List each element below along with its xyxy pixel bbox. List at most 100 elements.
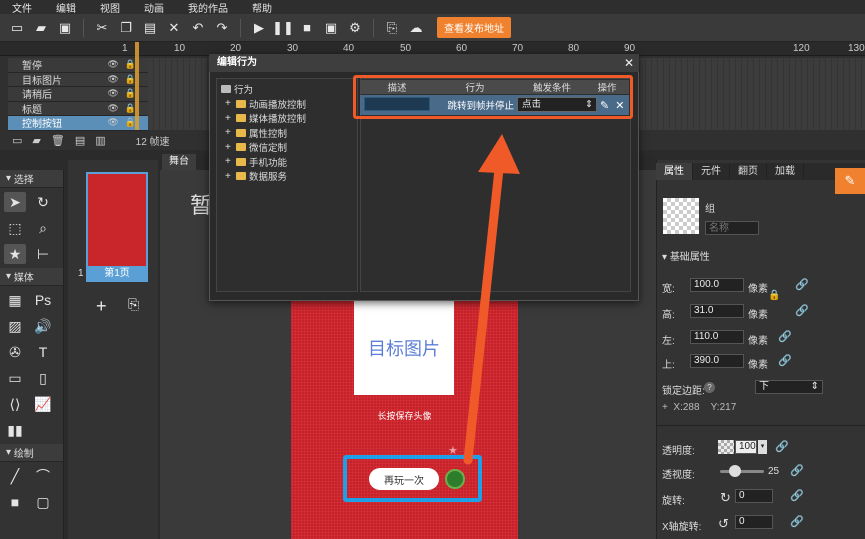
- redo-icon[interactable]: ↷: [213, 19, 231, 37]
- playhead[interactable]: [135, 42, 139, 130]
- perspective-slider-handle[interactable]: [729, 465, 741, 477]
- link-icon[interactable]: 🔗: [795, 304, 809, 317]
- publish-url-button[interactable]: 查看发布地址: [437, 17, 511, 38]
- tools-media-header[interactable]: ▾ 媒体: [0, 268, 63, 286]
- tab-page-flip[interactable]: 翻页: [730, 163, 767, 180]
- preview-icon[interactable]: ▣: [322, 19, 340, 37]
- menu-file[interactable]: 文件: [0, 0, 44, 15]
- settings-icon[interactable]: ⚙: [346, 19, 364, 37]
- undo-icon[interactable]: ↶: [189, 19, 207, 37]
- export-icon[interactable]: ⎘: [383, 19, 401, 37]
- tree-item[interactable]: + 媒体播放控制: [221, 111, 353, 126]
- top-input[interactable]: 390.0: [690, 354, 744, 368]
- dialog-title[interactable]: 编辑行为: [209, 54, 639, 72]
- ps-icon[interactable]: Ps: [32, 290, 54, 310]
- copy-icon[interactable]: ❐: [117, 19, 135, 37]
- lasso-icon[interactable]: ↻: [32, 192, 54, 212]
- height-input[interactable]: 31.0: [690, 304, 744, 318]
- trash-icon[interactable]: 🗑: [51, 134, 65, 147]
- tree-item[interactable]: + 属性控制: [221, 126, 353, 141]
- page-export-icon[interactable]: ⎘: [128, 296, 139, 313]
- tab-symbols[interactable]: 元件: [693, 163, 730, 180]
- menu-help[interactable]: 帮助: [240, 0, 284, 15]
- stop-icon[interactable]: ■: [298, 19, 316, 37]
- link-icon[interactable]: 🔗: [775, 440, 789, 453]
- chevron-down-icon[interactable]: ▾: [758, 440, 767, 454]
- opacity-input[interactable]: 100: [735, 440, 757, 454]
- keyframe-icon[interactable]: ▥: [95, 134, 105, 147]
- chat-icon[interactable]: ✎: [835, 168, 865, 194]
- curve-icon[interactable]: ⌒: [32, 466, 54, 486]
- add-page-icon[interactable]: +: [96, 296, 107, 317]
- help-icon[interactable]: ?: [704, 382, 715, 393]
- name-input[interactable]: [705, 221, 759, 235]
- layer-row[interactable]: 请稍后 👁🔒: [8, 87, 148, 102]
- anchor-select[interactable]: 下 ⇕: [755, 380, 823, 394]
- tree-item[interactable]: + 微信定制: [221, 140, 353, 155]
- arrow-select-icon[interactable]: ➤: [4, 192, 26, 212]
- pause-icon[interactable]: ❚❚: [272, 19, 294, 37]
- new-file-icon[interactable]: ▭: [8, 19, 26, 37]
- slideshow-icon[interactable]: ▯: [32, 368, 54, 388]
- link-icon[interactable]: 🔗: [778, 354, 792, 367]
- layer-row-selected[interactable]: 控制按钮 👁🔒: [8, 116, 148, 131]
- star-icon[interactable]: ★: [4, 244, 26, 264]
- audio-icon[interactable]: 🔊: [32, 316, 54, 336]
- delete-icon[interactable]: ✕: [165, 19, 183, 37]
- expand-icon[interactable]: +: [225, 113, 233, 124]
- layer-row[interactable]: 目标图片 👁🔒: [8, 72, 148, 87]
- guide-icon[interactable]: ⊢: [32, 244, 54, 264]
- tab-loading[interactable]: 加载: [767, 163, 804, 180]
- save-icon[interactable]: ▣: [56, 19, 74, 37]
- tools-draw-header[interactable]: ▾ 绘制: [0, 444, 63, 462]
- tree-root[interactable]: 行为: [221, 82, 353, 97]
- target-image[interactable]: 目标图片: [354, 300, 454, 395]
- width-input[interactable]: 100.0: [690, 278, 744, 292]
- text-icon[interactable]: T: [32, 342, 54, 362]
- line-icon[interactable]: ╱: [4, 466, 26, 486]
- rectangle-icon[interactable]: ■: [4, 492, 26, 512]
- layer-row[interactable]: 标题 👁🔒: [8, 101, 148, 116]
- section-basic-props[interactable]: ▾ 基础属性: [662, 248, 710, 263]
- play-icon[interactable]: ▶: [250, 19, 268, 37]
- menu-view[interactable]: 视图: [88, 0, 132, 15]
- open-folder-icon[interactable]: ▰: [32, 19, 50, 37]
- code-icon[interactable]: ⟨⟩: [4, 394, 26, 414]
- close-icon[interactable]: ✕: [624, 56, 634, 70]
- add-layer-icon[interactable]: ▭: [12, 134, 22, 147]
- chart-icon[interactable]: 📈: [32, 394, 54, 414]
- layer-row[interactable]: 暂停 👁🔒: [8, 58, 148, 73]
- left-input[interactable]: 110.0: [690, 330, 744, 344]
- menu-my-works[interactable]: 我的作品: [176, 0, 240, 15]
- menu-animation[interactable]: 动画: [132, 0, 176, 15]
- aspect-lock-icon[interactable]: 🔒: [768, 290, 780, 301]
- expand-icon[interactable]: +: [225, 142, 233, 153]
- expand-icon[interactable]: +: [225, 156, 233, 167]
- expand-icon[interactable]: +: [225, 127, 233, 138]
- link-icon[interactable]: 🔗: [795, 278, 809, 291]
- cut-icon[interactable]: ✂: [93, 19, 111, 37]
- rounded-rect-icon[interactable]: ▢: [32, 492, 54, 512]
- tree-item[interactable]: + 数据服务: [221, 169, 353, 184]
- grid-icon[interactable]: ▦: [4, 290, 26, 310]
- video-icon[interactable]: ✇: [4, 342, 26, 362]
- tools-select-header[interactable]: ▾ 选择: [0, 170, 63, 188]
- link-icon[interactable]: 🔗: [778, 330, 792, 343]
- paste-icon[interactable]: ▤: [141, 19, 159, 37]
- perspective-slider-track[interactable]: [720, 470, 764, 473]
- tree-item[interactable]: + 手机功能: [221, 155, 353, 170]
- page-label[interactable]: 第1页: [86, 266, 148, 282]
- tree-item[interactable]: + 动画播放控制: [221, 97, 353, 112]
- tab-properties[interactable]: 属性: [656, 163, 693, 180]
- link-icon[interactable]: 🔗: [790, 515, 804, 528]
- expand-icon[interactable]: +: [225, 171, 233, 182]
- frame-icon[interactable]: ▤: [75, 134, 85, 147]
- barcode-icon[interactable]: ▮▮: [4, 420, 26, 440]
- button-icon[interactable]: ▭: [4, 368, 26, 388]
- expand-icon[interactable]: +: [225, 98, 233, 109]
- folder-icon[interactable]: ▰: [32, 134, 40, 147]
- zoom-icon[interactable]: ⌕: [32, 218, 54, 238]
- image-icon[interactable]: ▨: [4, 316, 26, 336]
- transform-icon[interactable]: ⬚: [4, 218, 26, 238]
- link-icon[interactable]: 🔗: [790, 464, 804, 477]
